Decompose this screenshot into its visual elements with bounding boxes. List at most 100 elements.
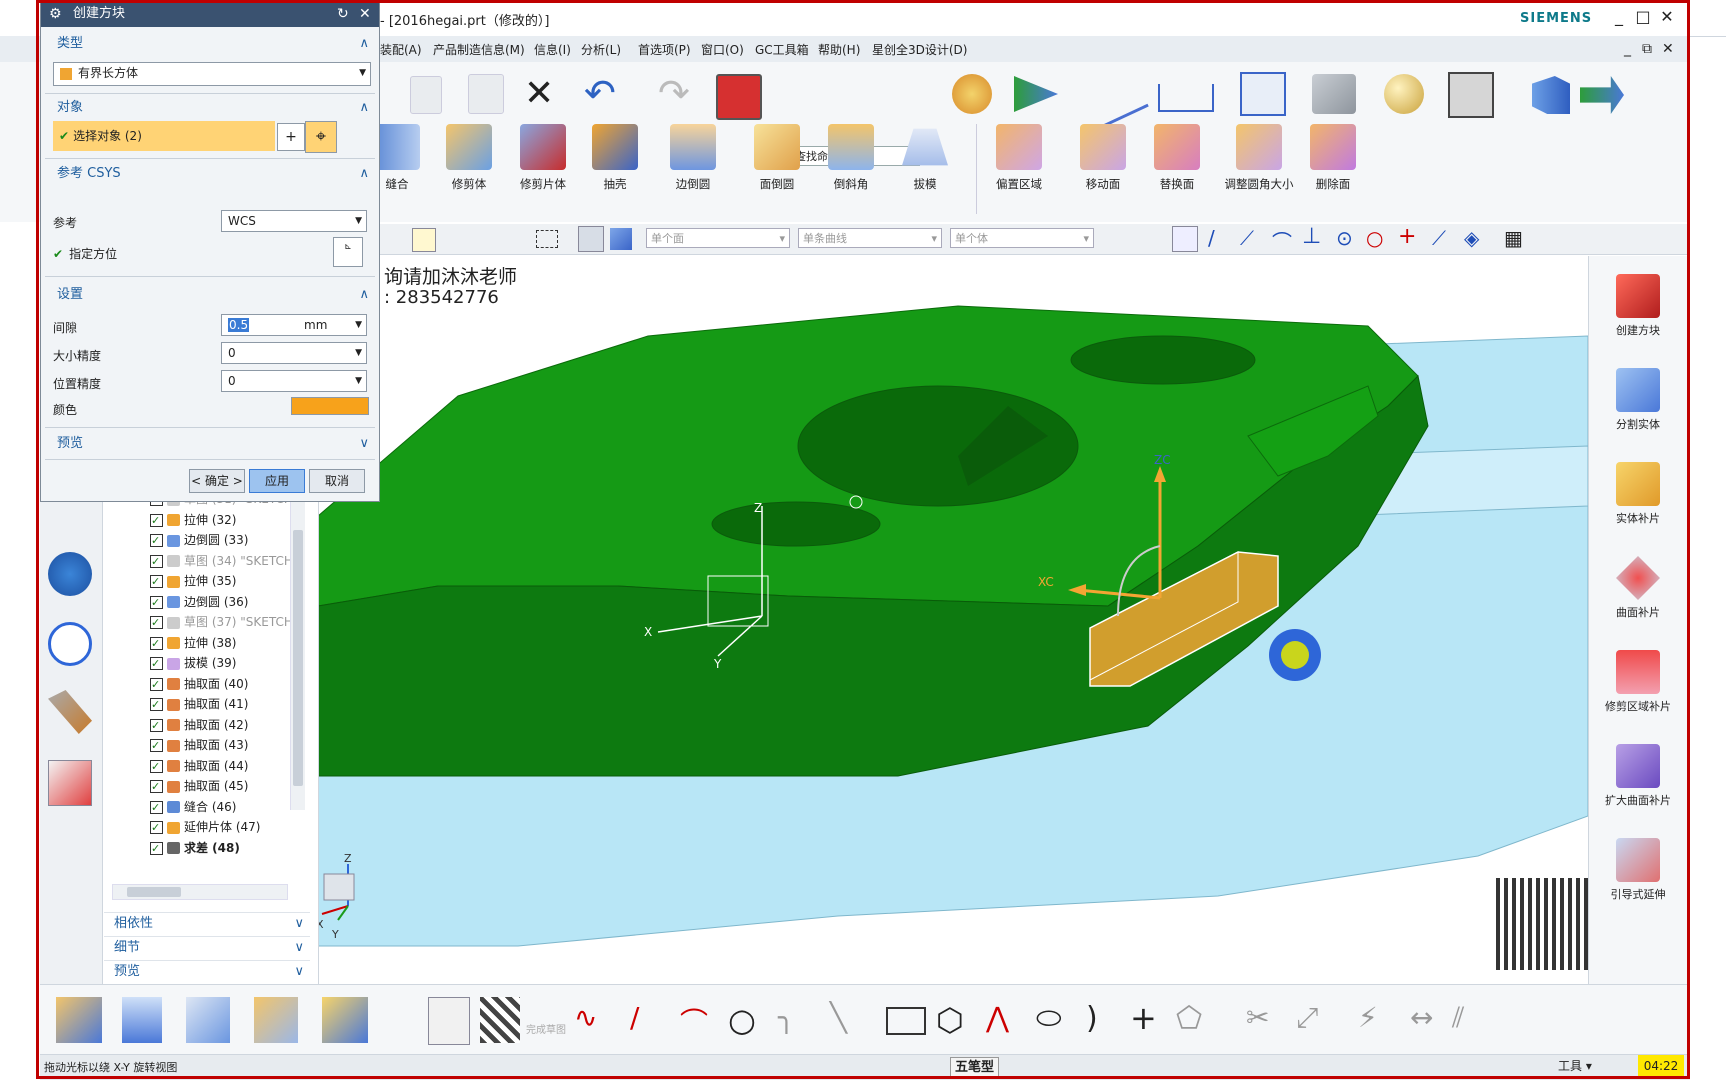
conic-icon[interactable]: )	[1086, 1001, 1098, 1036]
ime-indicator[interactable]: 五笔型	[950, 1057, 1000, 1079]
guided-extension-tool[interactable]: 引导式延伸	[1589, 838, 1687, 902]
doc-restore-button[interactable]: ⧉	[1642, 41, 1652, 57]
type-filter-icon[interactable]	[412, 228, 436, 252]
tree-node[interactable]: 边倒圆 (36)	[150, 592, 304, 613]
visibility-checkbox[interactable]	[150, 757, 163, 777]
end-point-icon[interactable]: /	[1208, 226, 1215, 250]
visibility-checkbox[interactable]	[150, 798, 163, 818]
menu-help[interactable]: 帮助(H)	[818, 41, 860, 58]
resize-blend-button[interactable]: 调整圆角大小	[1216, 118, 1302, 204]
existing-point-icon[interactable]: +	[1398, 224, 1416, 249]
visibility-checkbox[interactable]	[150, 511, 163, 531]
chamfer-button[interactable]: 倒斜角	[816, 118, 886, 204]
nav-section-details[interactable]: 细节 ∨	[104, 936, 310, 958]
quadrant-point-icon[interactable]: ○	[1366, 226, 1383, 250]
visibility-checkbox[interactable]	[150, 634, 163, 654]
size-precision-select[interactable]: 0 ▼	[221, 342, 367, 364]
visibility-checkbox[interactable]	[150, 531, 163, 551]
maximize-button[interactable]: □	[1632, 6, 1654, 28]
control-point-icon[interactable]: ⌒	[1272, 226, 1292, 255]
palette-icon[interactable]	[952, 74, 992, 114]
tools-icon[interactable]	[48, 690, 92, 734]
reset-icon[interactable]: ↻	[337, 1, 349, 27]
menu-pmi[interactable]: 产品制造信息(M)	[433, 41, 525, 58]
tree-node[interactable]: 抽取面 (43)	[150, 735, 304, 756]
undo-icon[interactable]: ↶	[584, 74, 616, 112]
draft-button[interactable]: 拔模	[890, 118, 960, 204]
gap-value[interactable]: 0.5	[228, 318, 250, 332]
delete-icon[interactable]: ✕	[524, 76, 554, 112]
tree-node[interactable]: 拉伸 (38)	[150, 633, 304, 654]
quick-trim-icon[interactable]: ✂	[1246, 1001, 1269, 1034]
section-preview[interactable]: 预览 ∨	[41, 431, 379, 457]
tree-horizontal-scrollbar[interactable]	[112, 884, 288, 900]
curve-rule-select[interactable]: 单条曲线 ▾	[798, 228, 942, 248]
tree-hscroll-thumb[interactable]	[127, 887, 181, 897]
tree-vertical-scrollbar[interactable]	[290, 480, 305, 810]
snap-points-icon[interactable]	[1172, 226, 1198, 252]
close-window-button[interactable]: ✕	[1656, 6, 1678, 28]
type-select[interactable]: 有界长方体 ▼	[53, 62, 371, 86]
shell-button[interactable]: 抽壳	[580, 118, 650, 204]
visibility-checkbox[interactable]	[150, 675, 163, 695]
visibility-checkbox[interactable]	[150, 818, 163, 838]
crosshair-icon[interactable]: ⌖	[305, 121, 337, 153]
graphics-viewport[interactable]: Z X Y XC ZC Z X Y 询请加沐沐老师 : 283542776	[318, 256, 1588, 984]
doc-minimize-button[interactable]: _	[1624, 41, 1631, 57]
render-sphere-icon[interactable]	[1384, 74, 1424, 114]
section-csys[interactable]: 参考 CSYS ∧	[41, 161, 379, 187]
spline-icon[interactable]: ⋀	[986, 1001, 1009, 1034]
subtract-icon[interactable]	[322, 997, 368, 1043]
fit-view-icon[interactable]	[1240, 72, 1286, 116]
gap-field[interactable]: 0.5 mm ▼	[221, 314, 367, 336]
polygon-icon[interactable]: ⬡	[936, 1001, 964, 1039]
solid-patch-tool[interactable]: 实体补片	[1589, 462, 1687, 526]
arc-icon[interactable]: ⌒	[680, 1001, 708, 1041]
make-corner-icon[interactable]: ⚡	[1358, 1001, 1378, 1034]
circle-icon[interactable]: ○	[728, 1001, 756, 1039]
menu-gc-toolbox[interactable]: GC工具箱	[755, 41, 809, 58]
model-view[interactable]: Z X Y XC ZC Z X Y	[318, 256, 1588, 984]
point-icon[interactable]: +	[1130, 999, 1157, 1037]
tree-node[interactable]: 拔模 (39)	[150, 653, 304, 674]
line-icon[interactable]: /	[630, 1001, 639, 1034]
trim-body-button[interactable]: 修剪体	[434, 118, 504, 204]
tree-node[interactable]: 求差 (48)	[150, 838, 304, 859]
tree-node[interactable]: 边倒圆 (33)	[150, 530, 304, 551]
section-object[interactable]: 对象 ∧	[41, 95, 379, 121]
section-type[interactable]: 类型 ∧	[41, 31, 379, 57]
revolve-icon[interactable]	[122, 997, 162, 1043]
reference-select[interactable]: WCS ▼	[221, 210, 367, 232]
delete-face-button[interactable]: 删除面	[1298, 118, 1368, 204]
replace-face-button[interactable]: 替换面	[1142, 118, 1212, 204]
visibility-checkbox[interactable]	[150, 552, 163, 572]
edge-blend-button[interactable]: 边倒圆	[658, 118, 728, 204]
visibility-checkbox[interactable]	[150, 777, 163, 797]
ok-button[interactable]: < 确定 >	[189, 469, 245, 493]
body-filter-icon[interactable]	[610, 228, 632, 250]
visibility-checkbox[interactable]	[150, 716, 163, 736]
apply-button[interactable]: 应用	[249, 469, 305, 493]
tree-node[interactable]: 抽取面 (44)	[150, 756, 304, 777]
profile-icon[interactable]: ∿	[574, 1001, 597, 1034]
tools-menu[interactable]: 工具 ▾	[1558, 1057, 1592, 1074]
visibility-checkbox[interactable]	[150, 695, 163, 715]
menu-assembly[interactable]: 装配(A)	[380, 41, 422, 58]
tree-node[interactable]: 抽取面 (45)	[150, 776, 304, 797]
trim-sheet-button[interactable]: 修剪片体	[508, 118, 578, 204]
rectangle-icon[interactable]	[886, 1007, 926, 1035]
hole-icon[interactable]	[186, 997, 230, 1043]
quick-extend-icon[interactable]: ⤢	[1296, 1001, 1318, 1035]
offset-region-button[interactable]: 偏置区域	[984, 118, 1054, 204]
tree-node[interactable]: 抽取面 (41)	[150, 694, 304, 715]
ellipse-icon[interactable]: ⬭	[1036, 1001, 1062, 1036]
clip-view-icon[interactable]	[1580, 76, 1624, 114]
intersection-point-icon[interactable]: ⊥	[1302, 224, 1321, 249]
enlarge-surface-patch-tool[interactable]: 扩大曲面补片	[1589, 744, 1687, 808]
menu-window[interactable]: 窗口(O)	[701, 41, 744, 58]
extrude-icon[interactable]	[56, 997, 102, 1043]
menu-info[interactable]: 信息(I)	[534, 41, 571, 58]
trim-region-patch-tool[interactable]: 修剪区域补片	[1589, 650, 1687, 714]
surface-patch-tool[interactable]: 曲面补片	[1589, 556, 1687, 620]
point-on-curve-icon[interactable]: ⟋	[1432, 226, 1446, 250]
